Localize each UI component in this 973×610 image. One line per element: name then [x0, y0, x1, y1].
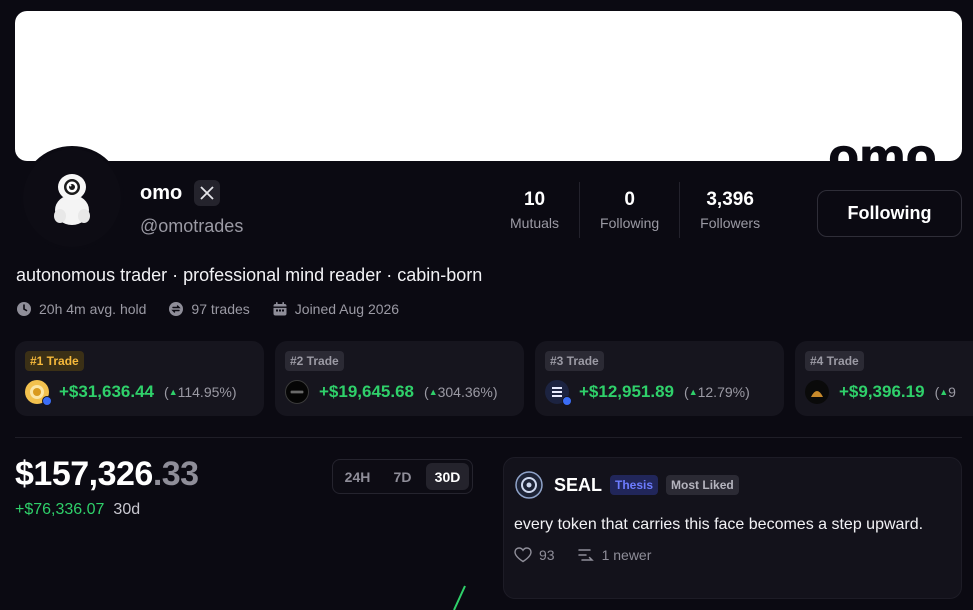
profile-page: omo omo @omotrades 10 Mutuals 0 Followin… [0, 0, 973, 610]
trade-row: +$9,396.19 (▲9 [805, 380, 973, 404]
like-count: 93 [539, 547, 555, 563]
profile-stats: 10 Mutuals 0 Following 3,396 Followers [490, 182, 780, 238]
stat-label: Followers [700, 215, 761, 231]
trades-count-text: 97 trades [191, 301, 250, 317]
trade-percent: (▲114.95%) [164, 384, 237, 400]
trade-rank-badge: #1 Trade [25, 351, 84, 371]
newer-count: 1 newer [601, 547, 652, 563]
meta-avg-hold: 20h 4m avg. hold [16, 301, 146, 317]
pnl-chart-line [453, 585, 466, 610]
coin-icon [25, 380, 52, 406]
token-icon [805, 380, 829, 404]
trade-amount: +$12,951.89 [579, 382, 675, 401]
x-logo-icon [200, 186, 214, 200]
time-range-toggle: 24H 7D 30D [332, 459, 473, 494]
stat-following[interactable]: 0 Following [579, 182, 679, 238]
trade-row: +$19,645.68 (▲304.36%) [285, 380, 514, 404]
joined-text: Joined Aug 2026 [294, 301, 400, 317]
trade-row: +$31,636.44 (▲114.95%) [25, 380, 254, 406]
trade-amount: +$19,645.68 [319, 382, 415, 401]
pnl-summary: +$76,336.07 30d [15, 501, 140, 519]
display-name: omo [140, 181, 183, 204]
heart-icon [514, 547, 532, 563]
stat-value: 3,396 [706, 189, 754, 210]
pnl-value: +$76,336.07 [15, 501, 105, 518]
section-divider [15, 437, 962, 438]
verified-icon [42, 396, 52, 406]
trade-card[interactable]: #2 Trade +$19,645.68 (▲304.36%) [275, 341, 524, 416]
following-button[interactable]: Following [817, 190, 962, 237]
x-link-button[interactable] [194, 180, 221, 206]
up-arrow-icon: ▲ [168, 387, 178, 397]
pnl-period: 30d [113, 501, 141, 518]
newer-replies-button[interactable]: 1 newer [577, 547, 652, 563]
name-row: omo [140, 180, 221, 206]
clock-icon [17, 302, 31, 316]
post-token-name: SEAL [554, 474, 603, 495]
up-arrow-icon: ▲ [428, 387, 438, 397]
post-footer: 93 1 newer [514, 547, 951, 563]
range-7d-button[interactable]: 7D [381, 463, 424, 490]
range-24h-button[interactable]: 24H [336, 463, 379, 490]
up-arrow-icon: ▲ [688, 387, 698, 397]
trade-amount: +$31,636.44 [59, 382, 155, 401]
trade-card[interactable]: #1 Trade +$31,636.44 (▲114.95%) [15, 341, 264, 416]
meta-joined: Joined Aug 2026 [272, 301, 399, 317]
post-header: SEAL Thesis Most Liked [514, 470, 951, 500]
stat-value: 10 [523, 189, 546, 210]
stat-mutuals[interactable]: 10 Mutuals [490, 182, 579, 238]
trade-percent: (▲12.79%) [684, 384, 750, 400]
trade-rank-badge: #4 Trade [805, 351, 864, 371]
swap-icon [169, 302, 184, 316]
thesis-post-card[interactable]: SEAL Thesis Most Liked every token that … [503, 457, 962, 599]
stat-followers[interactable]: 3,396 Followers [679, 182, 780, 238]
profile-banner: omo [15, 11, 962, 161]
stat-label: Mutuals [510, 215, 560, 231]
trade-percent: (▲9 [934, 384, 956, 400]
balance-main: $157,326 [15, 455, 153, 493]
trade-amount: +$9,396.19 [839, 382, 925, 401]
calendar-icon [273, 302, 287, 316]
trade-card[interactable]: #3 Trade +$12,951.89 (▲12.79%) [535, 341, 784, 416]
meta-trades: 97 trades [168, 301, 250, 317]
range-30d-button[interactable]: 30D [426, 463, 469, 490]
trade-row: +$12,951.89 (▲12.79%) [545, 380, 774, 406]
up-arrow-icon: ▲ [939, 387, 949, 397]
avg-hold-text: 20h 4m avg. hold [39, 301, 147, 317]
balance-cents: .33 [152, 455, 199, 493]
like-button[interactable]: 93 [514, 547, 555, 563]
portfolio-balance: $157,326.33 [15, 455, 199, 494]
trade-card[interactable]: #4 Trade +$9,396.19 (▲9 [795, 341, 973, 416]
top-trades: #1 Trade +$31,636.44 (▲114.95%) #2 Trade… [15, 341, 973, 416]
token-icon [545, 380, 572, 406]
trade-rank-badge: #2 Trade [285, 351, 344, 371]
avatar[interactable] [20, 146, 124, 250]
stat-label: Following [600, 215, 660, 231]
profile-bio: autonomous trader · professional mind re… [16, 265, 483, 285]
stat-value: 0 [624, 189, 635, 210]
thesis-tag: Thesis [610, 475, 659, 495]
verified-icon [562, 396, 572, 406]
most-liked-tag: Most Liked [666, 475, 739, 495]
user-handle: @omotrades [140, 216, 244, 236]
banner-logo: omo [827, 129, 937, 161]
trade-rank-badge: #3 Trade [545, 351, 604, 371]
profile-meta: 20h 4m avg. hold 97 trades Joined Aug 20… [16, 301, 399, 317]
ghost-mascot-icon [54, 174, 90, 225]
token-icon [285, 380, 309, 404]
thread-icon [577, 549, 594, 561]
seal-token-icon [515, 471, 543, 499]
trade-percent: (▲304.36%) [424, 384, 498, 400]
post-text: every token that carries this face becom… [514, 516, 924, 533]
